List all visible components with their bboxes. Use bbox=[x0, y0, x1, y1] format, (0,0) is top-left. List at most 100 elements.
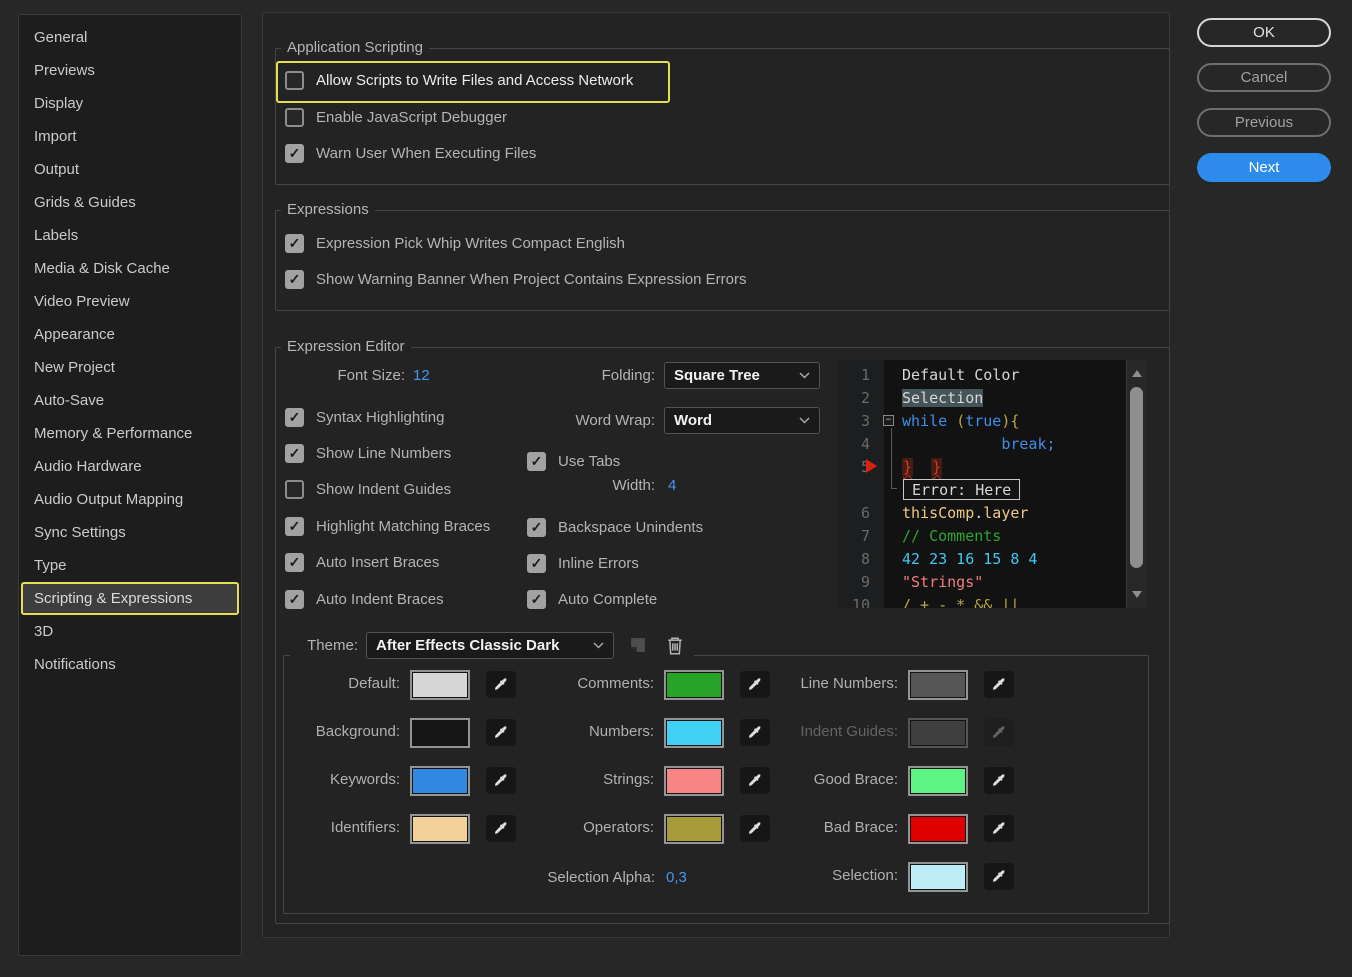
theme-row: Theme: After Effects Classic Dark bbox=[290, 628, 694, 662]
scrollbar[interactable] bbox=[1126, 360, 1147, 608]
row-highlight-matching-braces[interactable]: Highlight Matching Braces bbox=[285, 515, 490, 537]
sidebar-item-label: Grids & Guides bbox=[34, 194, 136, 211]
row-expression-pick-whip-writes-compact-english[interactable]: Expression Pick Whip Writes Compact Engl… bbox=[285, 232, 625, 254]
sidebar-item-label: Type bbox=[34, 557, 67, 574]
checkbox-auto-complete[interactable] bbox=[527, 590, 546, 609]
button-label: Previous bbox=[1235, 114, 1293, 131]
row-backspace-unindents[interactable]: Backspace Unindents bbox=[527, 516, 703, 538]
sidebar-item-new-project[interactable]: New Project bbox=[21, 351, 239, 384]
checkbox-label: Auto Complete bbox=[558, 591, 657, 608]
sidebar-item-auto-save[interactable]: Auto-Save bbox=[21, 384, 239, 417]
duplicate-theme-icon[interactable] bbox=[625, 632, 651, 658]
error-arrow-icon bbox=[866, 459, 877, 473]
checkbox-expression-pick-whip-writes-compact-english[interactable] bbox=[285, 234, 304, 253]
scroll-thumb[interactable] bbox=[1130, 387, 1143, 568]
sidebar-item-3d[interactable]: 3D bbox=[21, 615, 239, 648]
row-warn-user-when-executing-files[interactable]: Warn User When Executing Files bbox=[285, 142, 536, 164]
row-use-tabs[interactable]: Use Tabs bbox=[527, 450, 620, 472]
code-lines: 1Default Color2Selection3−while (true){4… bbox=[838, 363, 1126, 608]
row-auto-insert-braces[interactable]: Auto Insert Braces bbox=[285, 551, 439, 573]
sidebar-item-general[interactable]: General bbox=[21, 21, 239, 54]
sidebar-item-label: New Project bbox=[34, 359, 115, 376]
checkbox-label: Allow Scripts to Write Files and Access … bbox=[316, 72, 633, 89]
sidebar-item-label: Appearance bbox=[34, 326, 115, 343]
sidebar-item-audio-hardware[interactable]: Audio Hardware bbox=[21, 450, 239, 483]
sidebar-item-type[interactable]: Type bbox=[21, 549, 239, 582]
sidebar-item-memory-and-performance[interactable]: Memory & Performance bbox=[21, 417, 239, 450]
theme-dropdown[interactable]: After Effects Classic Dark bbox=[366, 632, 614, 659]
row-show-line-numbers[interactable]: Show Line Numbers bbox=[285, 442, 451, 464]
sidebar-item-scripting-and-expressions[interactable]: Scripting & Expressions bbox=[21, 582, 239, 615]
row-auto-indent-braces[interactable]: Auto Indent Braces bbox=[285, 588, 444, 610]
word-wrap-label: Word Wrap: bbox=[530, 412, 655, 429]
sidebar-item-label: General bbox=[34, 29, 87, 46]
row-allow-scripts-to-write-files-and-access-network[interactable]: Allow Scripts to Write Files and Access … bbox=[285, 69, 633, 91]
checkbox-warn-user-when-executing-files[interactable] bbox=[285, 144, 304, 163]
checkbox-inline-errors[interactable] bbox=[527, 554, 546, 573]
sidebar-item-output[interactable]: Output bbox=[21, 153, 239, 186]
preferences-dialog: General Previews DisplayImportOutput Grids … bbox=[0, 0, 1352, 977]
checkbox-syntax-highlighting[interactable] bbox=[285, 408, 304, 427]
sidebar-item-video-preview[interactable]: Video Preview bbox=[21, 285, 239, 318]
font-size-label: Font Size: bbox=[290, 367, 405, 384]
checkbox-label: Use Tabs bbox=[558, 453, 620, 470]
folding-dropdown[interactable]: Square Tree bbox=[664, 362, 820, 389]
sidebar-item-grids-and-guides[interactable]: Grids & Guides bbox=[21, 186, 239, 219]
scroll-up-arrow-icon[interactable] bbox=[1132, 370, 1142, 377]
scroll-down-arrow-icon[interactable] bbox=[1132, 591, 1142, 598]
checkbox-label: Backspace Unindents bbox=[558, 519, 703, 536]
row-inline-errors[interactable]: Inline Errors bbox=[527, 552, 639, 574]
row-auto-complete[interactable]: Auto Complete bbox=[527, 588, 657, 610]
tab-width-label: Width: bbox=[560, 477, 655, 494]
checkbox-backspace-unindents[interactable] bbox=[527, 518, 546, 537]
checkbox-allow-scripts-to-write-files-and-access-network[interactable] bbox=[285, 71, 304, 90]
error-tooltip: Error: Here bbox=[903, 479, 1020, 500]
checkbox-show-line-numbers[interactable] bbox=[285, 444, 304, 463]
chevron-down-icon bbox=[799, 417, 810, 424]
checkbox-enable-javascript-debugger[interactable] bbox=[285, 108, 304, 127]
delete-theme-icon[interactable] bbox=[662, 632, 688, 658]
checkbox-label: Auto Indent Braces bbox=[316, 591, 444, 608]
group-title: Expression Editor bbox=[281, 338, 411, 355]
sidebar-item-appearance[interactable]: Appearance bbox=[21, 318, 239, 351]
sidebar-item-sync-settings[interactable]: Sync Settings bbox=[21, 516, 239, 549]
row-show-indent-guides[interactable]: Show Indent Guides bbox=[285, 478, 451, 500]
previous-button[interactable]: Previous bbox=[1197, 108, 1331, 137]
line-number: 1 bbox=[838, 366, 882, 384]
checkbox-highlight-matching-braces[interactable] bbox=[285, 517, 304, 536]
sidebar-item-label: Notifications bbox=[34, 656, 116, 673]
group-title: Application Scripting bbox=[281, 39, 429, 56]
ok-button[interactable]: OK bbox=[1197, 18, 1331, 47]
checkbox-label: Syntax Highlighting bbox=[316, 409, 444, 426]
row-enable-javascript-debugger[interactable]: Enable JavaScript Debugger bbox=[285, 106, 507, 128]
cancel-button[interactable]: Cancel bbox=[1197, 63, 1331, 92]
word-wrap-dropdown[interactable]: Word bbox=[664, 407, 820, 434]
row-show-warning-banner-when-project-contains-expression-errors[interactable]: Show Warning Banner When Project Contain… bbox=[285, 268, 746, 290]
sidebar-item-import[interactable]: Import bbox=[21, 120, 239, 153]
sidebar-item-notifications[interactable]: Notifications bbox=[21, 648, 239, 681]
sidebar-item-label: Previews bbox=[34, 62, 95, 79]
sidebar: General Previews DisplayImportOutput Grids … bbox=[18, 14, 242, 956]
row-syntax-highlighting[interactable]: Syntax Highlighting bbox=[285, 406, 444, 428]
sidebar-item-display[interactable]: Display bbox=[21, 87, 239, 120]
checkbox-auto-insert-braces[interactable] bbox=[285, 553, 304, 572]
sidebar-item-previews[interactable]: Previews bbox=[21, 54, 239, 87]
next-button[interactable]: Next bbox=[1197, 153, 1331, 182]
font-size-value[interactable]: 12 bbox=[413, 367, 430, 384]
sidebar-item-label: Memory & Performance bbox=[34, 425, 192, 442]
theme-dropdown-value: After Effects Classic Dark bbox=[376, 637, 559, 654]
sidebar-item-labels[interactable]: Labels bbox=[21, 219, 239, 252]
checkbox-auto-indent-braces[interactable] bbox=[285, 590, 304, 609]
tab-width-value[interactable]: 4 bbox=[668, 477, 676, 494]
checkbox-use-tabs[interactable] bbox=[527, 452, 546, 471]
sidebar-item-audio-output-mapping[interactable]: Audio Output Mapping bbox=[21, 483, 239, 516]
sidebar-item-media-and-disk-cache[interactable]: Media & Disk Cache bbox=[21, 252, 239, 285]
checkbox-show-warning-banner-when-project-contains-expression-errors[interactable] bbox=[285, 270, 304, 289]
checkbox-show-indent-guides[interactable] bbox=[285, 480, 304, 499]
line-number: 8 bbox=[838, 550, 882, 568]
folding-label: Folding: bbox=[540, 367, 655, 384]
line-number: 3 bbox=[838, 412, 882, 430]
checkbox-label: Show Warning Banner When Project Contain… bbox=[316, 271, 746, 288]
button-label: OK bbox=[1253, 24, 1275, 41]
sidebar-item-label: Video Preview bbox=[34, 293, 130, 310]
